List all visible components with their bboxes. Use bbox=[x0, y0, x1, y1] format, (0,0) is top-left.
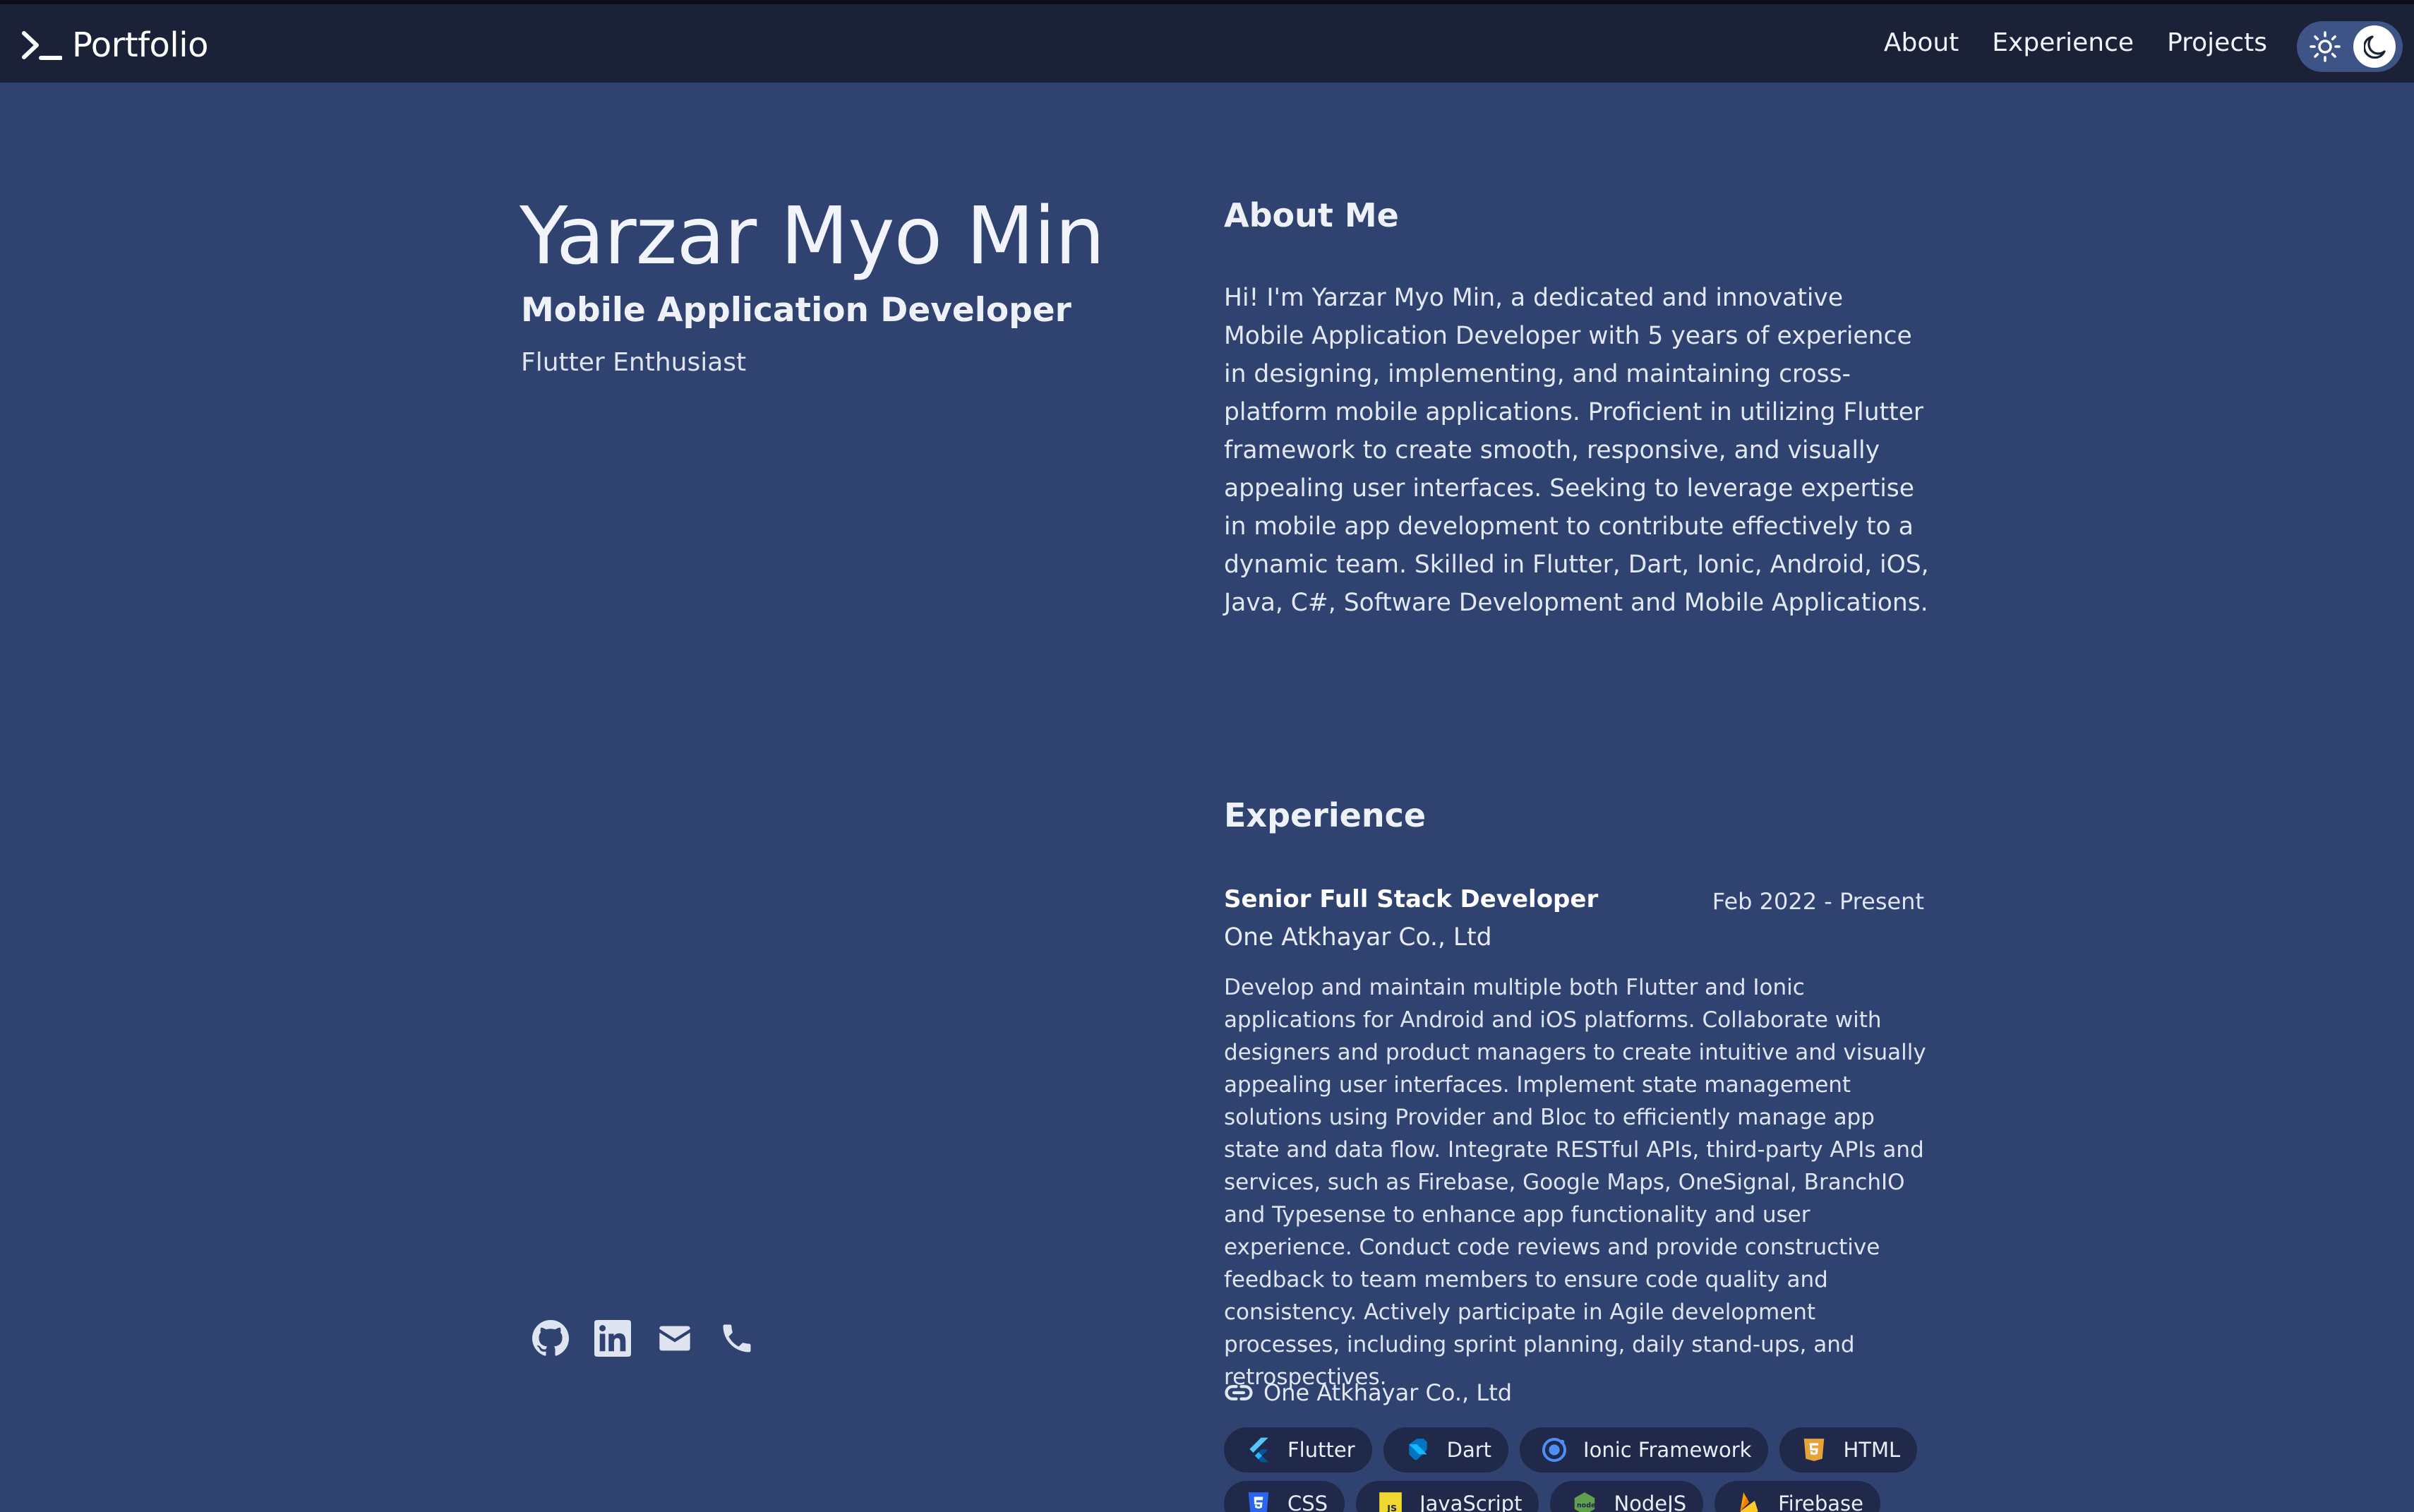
link-icon bbox=[1225, 1385, 1253, 1400]
html5-icon bbox=[1804, 1439, 1825, 1461]
flutter-icon bbox=[1249, 1437, 1268, 1463]
toggle-knob bbox=[2353, 25, 2396, 68]
terminal-prompt-icon bbox=[22, 31, 62, 60]
job-title: Senior Full Stack Developer bbox=[1224, 885, 1599, 913]
github-link[interactable] bbox=[532, 1320, 569, 1357]
css3-icon bbox=[1248, 1492, 1269, 1512]
skill-chip-ionic: Ionic Framework bbox=[1520, 1427, 1769, 1472]
svg-text:JS: JS bbox=[1386, 1503, 1397, 1512]
firebase-icon bbox=[1740, 1492, 1758, 1512]
skill-label: Ionic Framework bbox=[1583, 1438, 1752, 1462]
main-nav: About Experience Projects bbox=[1851, 28, 2267, 57]
javascript-icon: JS bbox=[1379, 1492, 1402, 1512]
brand-link[interactable]: Portfolio bbox=[21, 25, 208, 65]
skill-label: CSS bbox=[1287, 1492, 1328, 1512]
hero-role: Mobile Application Developer bbox=[521, 291, 1071, 330]
skill-chip-dart: Dart bbox=[1383, 1427, 1509, 1472]
about-body: Hi! I'm Yarzar Myo Min, a dedicated and … bbox=[1224, 284, 1929, 617]
phone-link[interactable] bbox=[719, 1320, 755, 1357]
moon-icon bbox=[2364, 35, 2386, 59]
nav-link-about[interactable]: About bbox=[1884, 28, 1959, 57]
nav-link-experience[interactable]: Experience bbox=[1992, 28, 2134, 57]
dart-icon bbox=[1408, 1439, 1427, 1460]
svg-text:node: node bbox=[1577, 1502, 1596, 1510]
skill-chips: Flutter Dart Ionic Framework HTML CSS JS… bbox=[1224, 1427, 1937, 1512]
skill-label: Firebase bbox=[1778, 1492, 1863, 1512]
company-link-label: One Atkhayar Co., Ltd bbox=[1263, 1379, 1513, 1406]
skill-chip-nodejs: node NodeJS bbox=[1550, 1481, 1704, 1512]
skill-chip-html: HTML bbox=[1779, 1427, 1918, 1472]
sun-icon bbox=[2310, 31, 2341, 62]
job-description: Develop and maintain multiple both Flutt… bbox=[1224, 975, 1926, 1390]
job-company: One Atkhayar Co., Ltd bbox=[1224, 923, 1492, 952]
linkedin-link[interactable] bbox=[594, 1320, 631, 1357]
company-link[interactable]: One Atkhayar Co., Ltd bbox=[1224, 1378, 1512, 1408]
skill-chip-css: CSS bbox=[1224, 1481, 1345, 1512]
skill-label: Dart bbox=[1446, 1438, 1492, 1462]
skill-label: Flutter bbox=[1287, 1438, 1355, 1462]
skill-label: NodeJS bbox=[1614, 1492, 1687, 1512]
github-icon bbox=[532, 1320, 569, 1356]
top-navbar: Portfolio About Experience Projects bbox=[0, 0, 2414, 83]
nav-link-projects[interactable]: Projects bbox=[2167, 28, 2267, 57]
skill-chip-javascript: JS JavaScript bbox=[1356, 1481, 1539, 1512]
linkedin-icon bbox=[594, 1320, 631, 1357]
skill-chip-firebase: Firebase bbox=[1715, 1481, 1880, 1512]
skill-label: JavaScript bbox=[1419, 1492, 1523, 1512]
social-links bbox=[532, 1320, 781, 1357]
about-heading: About Me bbox=[1224, 196, 1399, 234]
email-icon bbox=[659, 1326, 690, 1351]
hero-tagline: Flutter Enthusiast bbox=[521, 348, 747, 377]
ionic-icon bbox=[1542, 1437, 1567, 1463]
skill-label: HTML bbox=[1843, 1438, 1901, 1462]
hero-name: Yarzar Myo Min bbox=[520, 191, 1105, 282]
nodejs-icon: node bbox=[1575, 1492, 1596, 1512]
email-link[interactable] bbox=[656, 1320, 693, 1357]
job-dates: Feb 2022 - Present bbox=[1712, 888, 1924, 915]
skill-chip-flutter: Flutter bbox=[1224, 1427, 1372, 1472]
experience-heading: Experience bbox=[1224, 796, 1427, 834]
phone-icon bbox=[723, 1324, 751, 1352]
brand-title: Portfolio bbox=[72, 25, 208, 65]
theme-toggle[interactable] bbox=[2297, 21, 2403, 72]
